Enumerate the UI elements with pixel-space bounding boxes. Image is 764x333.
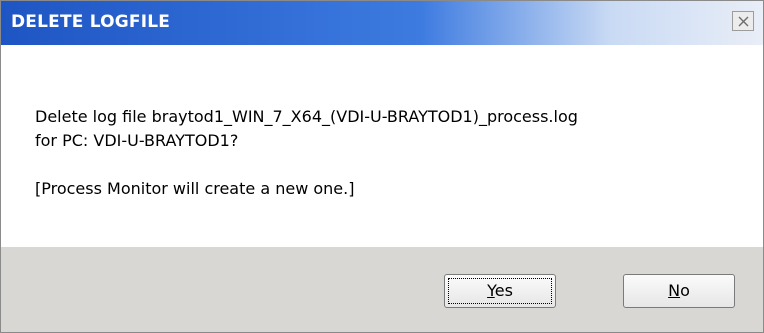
yes-button-label: Yes xyxy=(487,281,513,300)
message-line-3: [Process Monitor will create a new one.] xyxy=(35,179,355,198)
no-label-rest: o xyxy=(680,281,690,300)
delete-logfile-dialog: DELETE LOGFILE Delete log file braytod1_… xyxy=(0,0,764,333)
message-line-1: Delete log file braytod1_WIN_7_X64_(VDI-… xyxy=(35,107,578,126)
yes-button[interactable]: Yes xyxy=(444,274,556,308)
no-button-label: No xyxy=(668,281,690,300)
close-icon xyxy=(738,16,749,27)
button-bar: Yes No xyxy=(1,247,763,332)
close-button[interactable] xyxy=(732,11,754,31)
no-accelerator: N xyxy=(668,281,681,300)
yes-accelerator: Y xyxy=(487,281,495,300)
yes-label-rest: es xyxy=(494,281,513,300)
title-bar[interactable]: DELETE LOGFILE xyxy=(1,1,763,45)
window-title: DELETE LOGFILE xyxy=(11,12,171,32)
message-area: Delete log file braytod1_WIN_7_X64_(VDI-… xyxy=(1,45,763,247)
no-button[interactable]: No xyxy=(623,274,735,308)
message-line-2: for PC: VDI-U-BRAYTOD1? xyxy=(35,131,239,150)
